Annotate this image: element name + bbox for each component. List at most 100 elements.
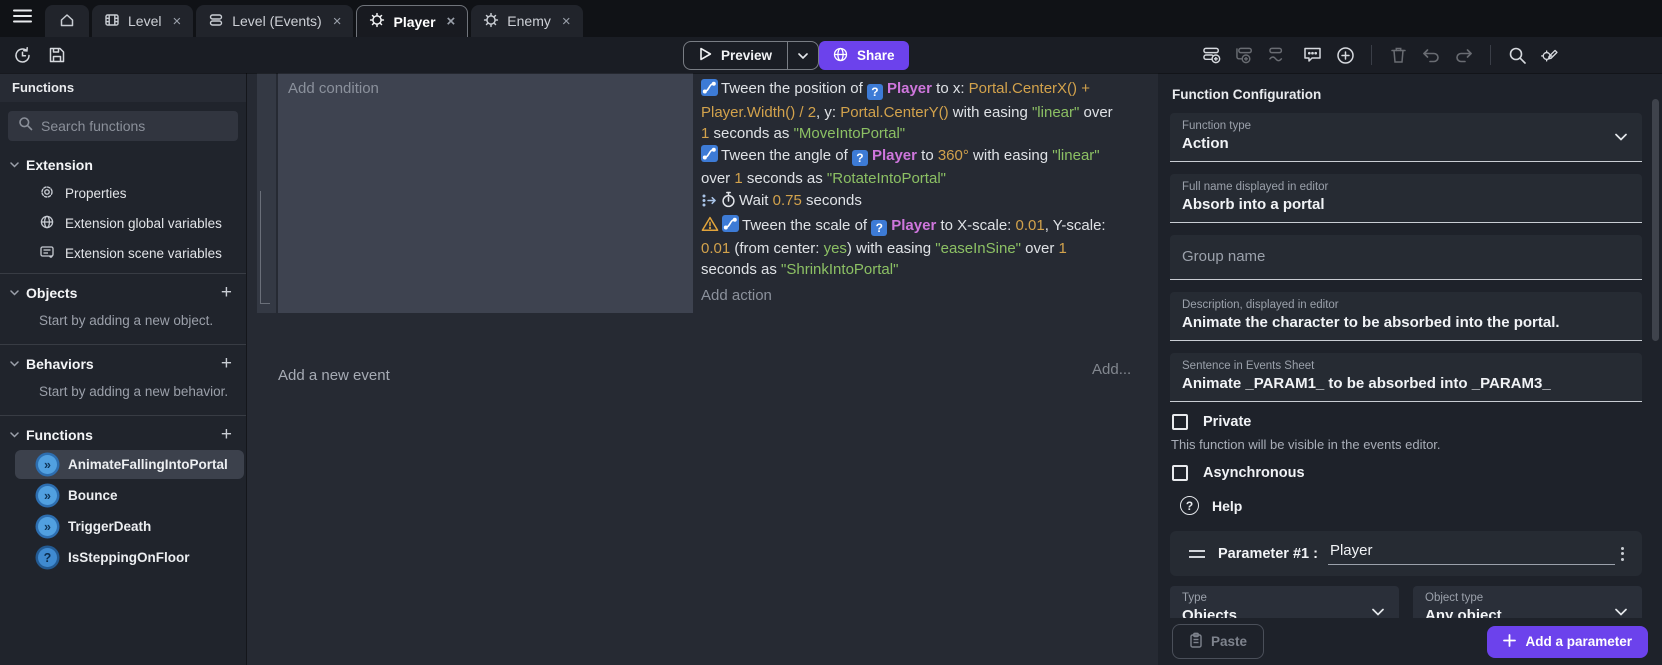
private-checkbox-row[interactable]: Private [1172, 414, 1642, 430]
checkbox-label: Asynchronous [1203, 465, 1305, 481]
group-name-field[interactable]: Group name [1170, 235, 1642, 280]
function-name: IsSteppingOnFloor [68, 550, 190, 565]
drag-handle-icon[interactable] [1189, 550, 1205, 558]
field-value: Animate _PARAM1_ to be absorbed into _PA… [1182, 375, 1630, 392]
function-item-animatefallingintoportal[interactable]: » AnimateFallingIntoPortal [15, 450, 244, 479]
section-objects[interactable]: Objects + [0, 279, 246, 306]
section-label: Objects [26, 285, 77, 301]
add-other-event-icon[interactable] [1269, 45, 1289, 65]
preview-dropdown-button[interactable] [788, 42, 818, 69]
app-window: Level × Level (Events) × Player × Enemy … [0, 0, 1662, 665]
search-functions-box[interactable] [8, 111, 238, 141]
add-parameter-button[interactable]: Add a parameter [1487, 626, 1648, 658]
function-configuration-panel: Function Configuration Function type Act… [1158, 73, 1662, 665]
action-text-segment: 360° [938, 147, 969, 164]
sidebar-item-scene-variables[interactable]: Extension scene variables [0, 238, 246, 268]
add-behavior-button[interactable]: + [221, 354, 236, 373]
event-indent-line [260, 191, 270, 304]
redo-icon[interactable] [1454, 45, 1474, 65]
divider [1490, 45, 1491, 65]
panel-scrollbar[interactable] [1652, 99, 1659, 341]
section-functions[interactable]: Functions + [0, 421, 246, 448]
close-tab-icon[interactable]: × [172, 14, 181, 29]
event-action-row[interactable]: Tween the angle of ?Player to 360° with … [701, 145, 1113, 190]
function-item-bounce[interactable]: » Bounce [15, 481, 244, 510]
help-link[interactable]: ? Help [1180, 496, 1642, 515]
history-icon[interactable] [12, 45, 32, 65]
add-event-icon[interactable] [1203, 45, 1223, 65]
share-label: Share [857, 48, 895, 63]
description-field[interactable]: Description, displayed in editor Animate… [1170, 292, 1642, 341]
save-icon[interactable] [47, 45, 67, 65]
warn-icon [701, 216, 719, 238]
function-type-select[interactable]: Function type Action [1170, 113, 1642, 162]
tab-level-events[interactable]: Level (Events) × [196, 5, 353, 37]
asynchronous-checkbox[interactable] [1172, 465, 1188, 481]
panel-footer: Paste Add a parameter [1158, 618, 1662, 665]
full-name-field[interactable]: Full name displayed in editor Absorb int… [1170, 174, 1642, 223]
add-action-button[interactable]: Add action [701, 285, 1113, 306]
event-block[interactable]: Add condition Tween the position of ?Pla… [257, 73, 1158, 313]
home-icon [59, 12, 75, 31]
action-text-segment: Player [891, 217, 936, 234]
comment-icon[interactable] [1302, 45, 1322, 65]
add-new-event-button[interactable]: Add a new event [278, 367, 390, 384]
action-text-segment: Player [872, 147, 917, 164]
add-function-button[interactable]: + [221, 425, 236, 444]
search-icon[interactable] [1507, 45, 1527, 65]
undo-icon[interactable] [1421, 45, 1441, 65]
item-label: Extension scene variables [65, 246, 222, 261]
edit-extension-icon[interactable] [1540, 45, 1560, 65]
parameter-name-input[interactable]: Player [1328, 542, 1615, 565]
section-behaviors[interactable]: Behaviors + [0, 350, 246, 377]
function-item-issteppingonfloor[interactable]: ? IsSteppingOnFloor [15, 543, 244, 572]
search-functions-input[interactable] [41, 118, 228, 134]
add-subevent-icon[interactable] [1236, 45, 1256, 65]
tab-level[interactable]: Level × [92, 5, 193, 37]
tab-enemy[interactable]: Enemy × [471, 5, 582, 37]
function-name: TriggerDeath [68, 519, 151, 534]
tab-bar: Level × Level (Events) × Player × Enemy … [0, 0, 1662, 37]
tab-label: Player [393, 14, 435, 30]
field-label: Description, displayed in editor [1182, 299, 1630, 311]
private-checkbox[interactable] [1172, 414, 1188, 430]
event-action-row[interactable]: Tween the scale of ?Player to X-scale: 0… [701, 215, 1113, 281]
action-text-segment: over [1021, 240, 1059, 257]
action-text-segment: "RotateIntoPortal" [827, 170, 946, 187]
event-action-row[interactable]: Wait 0.75 seconds [701, 190, 1113, 214]
sidebar-item-global-variables[interactable]: Extension global variables [0, 208, 246, 238]
hamburger-menu-icon[interactable] [13, 9, 32, 28]
add-condition-label: Add condition [288, 80, 379, 97]
chevron-down-icon [1615, 609, 1627, 616]
kebab-menu-icon[interactable] [1615, 541, 1630, 567]
add-object-button[interactable]: + [221, 283, 236, 302]
close-tab-icon[interactable]: × [562, 14, 571, 29]
tab-player[interactable]: Player × [356, 5, 468, 37]
share-button[interactable]: Share [819, 41, 909, 70]
sidebar-item-properties[interactable]: Properties [0, 178, 246, 208]
action-text-segment: with easing [949, 104, 1032, 121]
function-item-triggerdeath[interactable]: » TriggerDeath [15, 512, 244, 541]
add-more-button[interactable]: Add... [1092, 361, 1131, 378]
close-tab-icon[interactable]: × [333, 14, 342, 29]
close-tab-icon[interactable]: × [447, 14, 456, 29]
tab-home[interactable] [45, 5, 89, 37]
sentence-field[interactable]: Sentence in Events Sheet Animate _PARAM1… [1170, 353, 1642, 402]
preview-label: Preview [721, 48, 772, 63]
asynchronous-checkbox-row[interactable]: Asynchronous [1172, 465, 1642, 481]
preview-button[interactable]: Preview [683, 41, 819, 70]
action-text-segment: over [701, 170, 734, 187]
tab-label: Enemy [507, 13, 551, 29]
main-toolbar: Preview Share [0, 37, 1662, 73]
add-condition-area[interactable]: Add condition [278, 73, 693, 313]
events-sheet[interactable]: Add condition Tween the position of ?Pla… [247, 73, 1158, 665]
object-icon-badge: ? [871, 220, 887, 236]
action-text-segment: 0.01 [1016, 217, 1045, 234]
paste-button[interactable]: Paste [1172, 624, 1264, 659]
add-circle-icon[interactable] [1335, 45, 1355, 65]
section-extension[interactable]: Extension [0, 151, 246, 178]
field-label: Sentence in Events Sheet [1182, 360, 1630, 372]
delete-icon[interactable] [1388, 45, 1408, 65]
event-action-row[interactable]: Tween the position of ?Player to x: Port… [701, 78, 1113, 144]
divider [0, 344, 246, 345]
